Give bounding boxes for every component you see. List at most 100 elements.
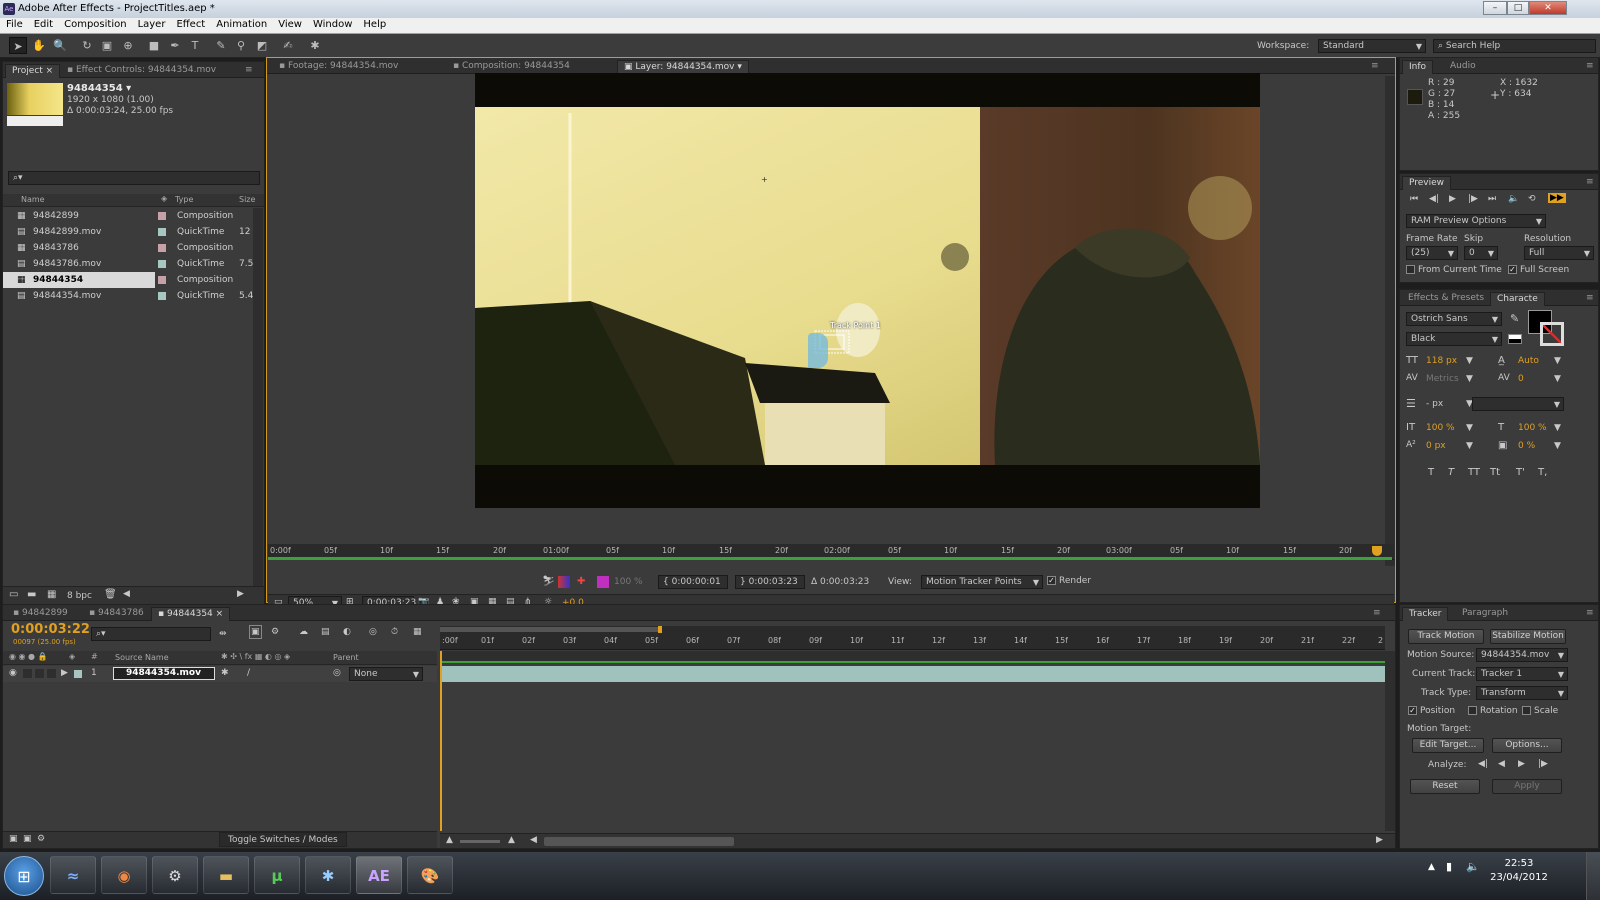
list-item[interactable]: ▦ 94842899 Composition	[3, 208, 253, 224]
baseline-shift-value[interactable]: 0 px	[1426, 441, 1446, 451]
selection-tool-icon[interactable]: ➤	[9, 37, 27, 54]
viewer-scrollbar[interactable]	[1385, 76, 1395, 566]
clone-stamp-tool-icon[interactable]: ⚲	[232, 37, 250, 54]
zoom-in-icon[interactable]: ▲	[508, 835, 515, 845]
menu-animation[interactable]: Animation	[210, 18, 272, 30]
full-screen-checkbox[interactable]: ✓ Full Screen	[1508, 265, 1569, 275]
workspace-select[interactable]: Standard ▼	[1318, 39, 1426, 53]
network-icon[interactable]: ▮	[1446, 860, 1452, 873]
position-checkbox[interactable]: ✓ Position	[1408, 706, 1455, 716]
timeline-playhead[interactable]	[440, 651, 442, 831]
tab-layer[interactable]: ▣ Layer: 94844354.mov ▾	[617, 60, 749, 74]
tab-composition[interactable]: ▪ Composition: 94844354	[447, 60, 576, 74]
hand-tool-icon[interactable]: ✋	[30, 37, 48, 54]
solo-toggle[interactable]	[35, 669, 44, 678]
clock-time[interactable]: 22:53	[1494, 858, 1544, 869]
layer-name-field[interactable]: 94844354.mov	[113, 667, 215, 680]
clock-date[interactable]: 23/04/2012	[1490, 872, 1548, 883]
tab-timeline-94843786[interactable]: ▪ 94843786	[83, 607, 150, 621]
menu-view[interactable]: View	[272, 18, 307, 30]
channel-rgb-icon[interactable]	[558, 576, 570, 588]
from-current-time-checkbox[interactable]: From Current Time	[1406, 265, 1502, 275]
kerning-value[interactable]: Metrics	[1426, 374, 1459, 384]
stroke-type-select[interactable]: ▼	[1472, 397, 1564, 411]
tab-project[interactable]: Project ×	[5, 64, 61, 78]
roto-brush-tool-icon[interactable]: ✍	[279, 37, 297, 54]
opacity-value[interactable]: 100 %	[614, 577, 643, 587]
tab-preview[interactable]: Preview	[1402, 176, 1452, 190]
menu-composition[interactable]: Composition	[58, 18, 131, 30]
motion-source-select[interactable]: 94844354.mov ▼	[1476, 648, 1568, 662]
frame-rate-select[interactable]: (25) ▼	[1406, 246, 1458, 260]
tab-effect-controls[interactable]: ▪ Effect Controls: 94844354.mov	[61, 64, 222, 78]
menu-effect[interactable]: Effect	[170, 18, 210, 30]
edit-target-button[interactable]: Edit Target...	[1412, 738, 1484, 753]
leading-value[interactable]: Auto	[1518, 356, 1539, 366]
play-icon[interactable]: ▶	[1449, 194, 1456, 204]
paint-icon[interactable]: 🎨	[407, 856, 453, 894]
faux-bold-button[interactable]: T	[1428, 467, 1434, 478]
tab-audio[interactable]: Audio	[1444, 60, 1482, 74]
analyze-forward-icon[interactable]: ▶	[1518, 759, 1525, 769]
utorrent-icon[interactable]: μ	[254, 856, 300, 894]
after-effects-icon[interactable]: AE	[356, 856, 402, 894]
resolution-select[interactable]: Full ▼	[1524, 246, 1594, 260]
analyze-1-frame-forward-icon[interactable]: |▶	[1538, 759, 1548, 769]
chevron-down-icon[interactable]: ▼	[1466, 356, 1473, 366]
subscript-button[interactable]: T,	[1538, 467, 1547, 478]
out-point-field[interactable]: } 0:00:03:23	[735, 575, 805, 589]
pickwhip-icon[interactable]: ◎	[333, 668, 341, 678]
last-frame-icon[interactable]: ⏭	[1488, 194, 1496, 204]
vertical-scale-value[interactable]: 100 %	[1426, 423, 1455, 433]
col-source-name[interactable]: Source Name	[115, 653, 169, 662]
list-item[interactable]: ▤ 94844354.mov QuickTime 5.4	[3, 288, 253, 304]
frame-blending-icon[interactable]: ▤	[321, 627, 330, 637]
tsume-value[interactable]: 0 %	[1518, 441, 1535, 451]
type-tool-icon[interactable]: T	[186, 37, 204, 54]
eyedropper-icon[interactable]: ✎	[1510, 312, 1519, 325]
lock-toggle[interactable]	[47, 669, 56, 678]
scroll-left-icon[interactable]: ◀	[530, 835, 537, 845]
graph-editor-icon[interactable]: ▦	[413, 627, 422, 637]
eraser-tool-icon[interactable]: ◩	[253, 37, 271, 54]
minimize-button[interactable]: –	[1483, 1, 1507, 15]
chrome-icon[interactable]: ◉	[101, 856, 147, 894]
windows-live-icon[interactable]: ≈	[50, 856, 96, 894]
work-area-handle[interactable]	[658, 626, 662, 633]
track-point-feature-region[interactable]	[808, 333, 828, 368]
menu-window[interactable]: Window	[307, 18, 357, 30]
character-menu-icon[interactable]: ≡	[1580, 292, 1600, 306]
layer-time-ruler[interactable]: 0:00f 05f 10f 15f 20f 01:00f 05f 10f 15f…	[268, 544, 1394, 560]
audio-icon[interactable]: 🔈	[1508, 194, 1519, 204]
expand-arrow-icon[interactable]: ▶	[61, 668, 68, 678]
options-button[interactable]: Options...	[1492, 738, 1562, 753]
tab-info[interactable]: Info	[1402, 60, 1434, 74]
show-hidden-icons[interactable]: ▲	[1428, 862, 1435, 872]
previous-frame-icon[interactable]: ◀|	[1429, 194, 1439, 204]
col-name[interactable]: Name	[21, 195, 45, 204]
current-time-indicator[interactable]	[1372, 546, 1382, 556]
pen-tool-icon[interactable]: ✒	[166, 37, 184, 54]
skip-select[interactable]: 0 ▼	[1464, 246, 1498, 260]
stabilize-motion-button[interactable]: Stabilize Motion	[1490, 629, 1566, 644]
rectangle-tool-icon[interactable]: ■	[145, 37, 163, 54]
interpret-footage-icon[interactable]: ▭	[9, 589, 18, 600]
live-update-icon[interactable]: ▣	[249, 625, 262, 639]
next-frame-icon[interactable]: |▶	[1468, 194, 1478, 204]
loop-icon[interactable]: ⟲	[1528, 194, 1536, 204]
analyze-backward-icon[interactable]: ◀	[1498, 759, 1505, 769]
col-parent[interactable]: Parent	[333, 653, 359, 662]
tab-character[interactable]: Characte	[1490, 292, 1545, 306]
work-area-start[interactable]	[440, 627, 660, 632]
menu-layer[interactable]: Layer	[132, 18, 171, 30]
font-size-value[interactable]: 118 px	[1426, 356, 1457, 366]
col-type[interactable]: Type	[175, 195, 193, 204]
tab-timeline-94844354[interactable]: ▪ 94844354 ×	[151, 607, 231, 621]
search-help-input[interactable]: ⌕ Search Help	[1433, 39, 1596, 53]
track-type-select[interactable]: Transform ▼	[1476, 686, 1568, 700]
apply-button[interactable]: Apply	[1492, 779, 1562, 794]
scroll-thumb[interactable]	[544, 837, 734, 846]
explorer-icon[interactable]: ▬	[203, 856, 249, 894]
list-item[interactable]: ▦ 94843786 Composition	[3, 240, 253, 256]
list-item[interactable]: ▤ 94842899.mov QuickTime 12	[3, 224, 253, 240]
